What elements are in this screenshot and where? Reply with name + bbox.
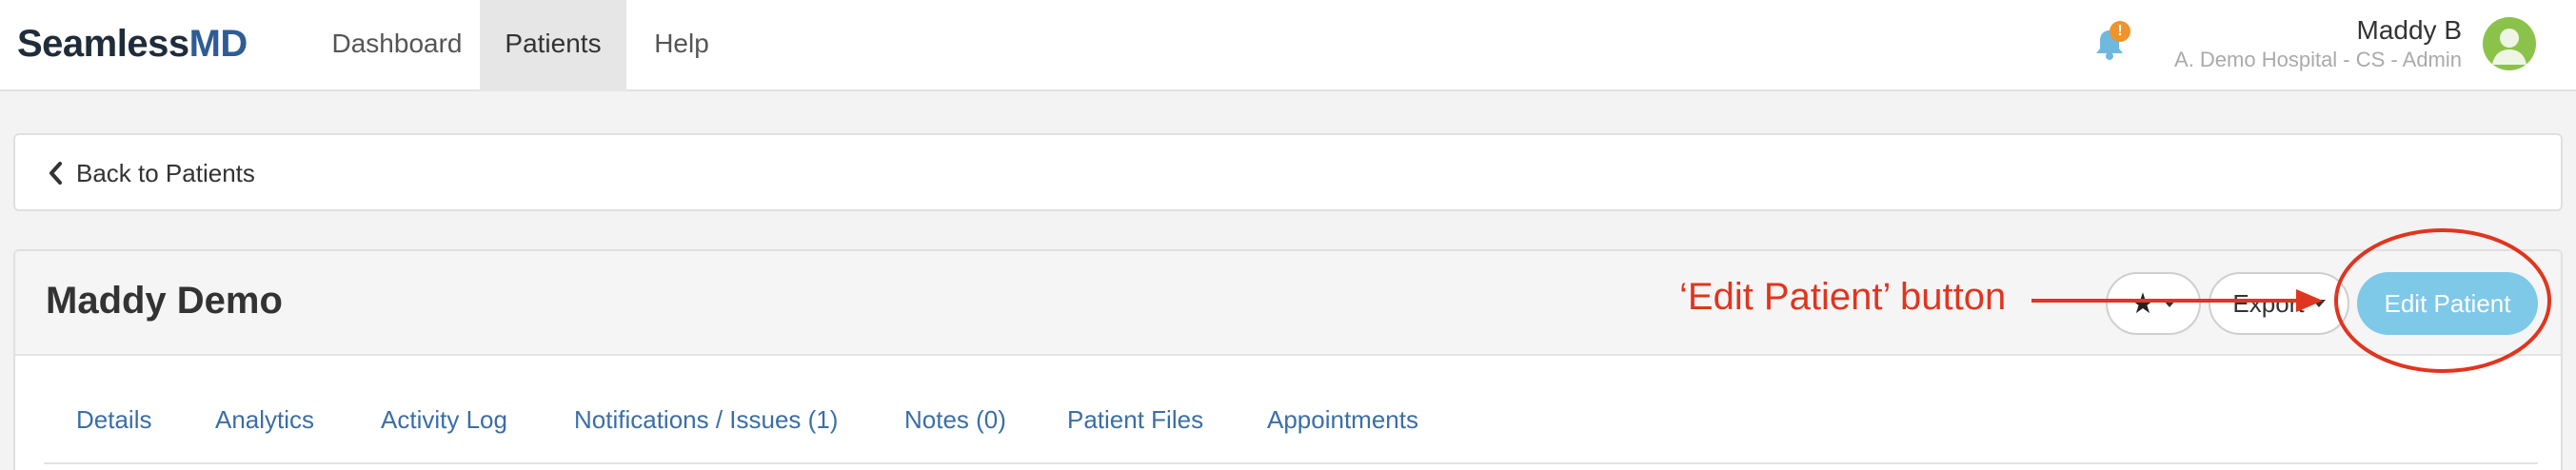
back-to-patients-link[interactable]: Back to Patients <box>48 156 255 190</box>
star-icon: ★ <box>2130 287 2156 320</box>
patient-card: Maddy Demo ★ Export Edit Patient Details… <box>13 249 2563 470</box>
nav-dashboard[interactable]: Dashboard <box>316 0 478 91</box>
caret-down-icon <box>2311 300 2326 307</box>
tab-appointments[interactable]: Appointments <box>1267 405 1418 435</box>
tab-activity-log[interactable]: Activity Log <box>381 405 507 435</box>
patient-tabs: Details Analytics Activity Log Notificat… <box>15 405 2561 453</box>
export-dropdown-button[interactable]: Export <box>2209 272 2349 335</box>
logo-text-md: MD <box>188 23 248 65</box>
annotation-label: ‘Edit Patient’ button <box>1679 276 2007 318</box>
chevron-left-icon <box>50 162 62 185</box>
tab-notes[interactable]: Notes (0) <box>904 405 1006 435</box>
tab-details[interactable]: Details <box>76 405 151 435</box>
caret-down-icon <box>2163 300 2177 307</box>
avatar[interactable] <box>2483 17 2536 70</box>
favorite-dropdown-button[interactable]: ★ <box>2106 272 2201 335</box>
user-avatar-icon <box>2492 29 2526 65</box>
back-bar: Back to Patients <box>13 133 2563 211</box>
nav-patients[interactable]: Patients <box>480 0 626 91</box>
user-organization: A. Demo Hospital - CS - Admin <box>2174 48 2462 71</box>
back-label: Back to Patients <box>76 158 255 187</box>
logo-text-seamless: Seamless <box>17 23 189 65</box>
tab-notifications-issues[interactable]: Notifications / Issues (1) <box>574 405 838 435</box>
tab-patient-files[interactable]: Patient Files <box>1067 405 1203 435</box>
notification-badge: ! <box>2110 21 2130 42</box>
tab-divider <box>44 462 2538 464</box>
top-navbar: SeamlessMD Dashboard Patients Help ! Mad… <box>0 0 2576 91</box>
tab-analytics[interactable]: Analytics <box>215 405 314 435</box>
user-name[interactable]: Maddy B <box>2357 15 2463 46</box>
app-logo[interactable]: SeamlessMD <box>17 21 248 67</box>
patient-header: Maddy Demo ★ Export Edit Patient <box>15 251 2561 356</box>
edit-patient-button[interactable]: Edit Patient <box>2357 272 2538 335</box>
nav-help[interactable]: Help <box>638 0 725 91</box>
export-label: Export <box>2232 288 2305 318</box>
page-title: Maddy Demo <box>46 280 283 322</box>
